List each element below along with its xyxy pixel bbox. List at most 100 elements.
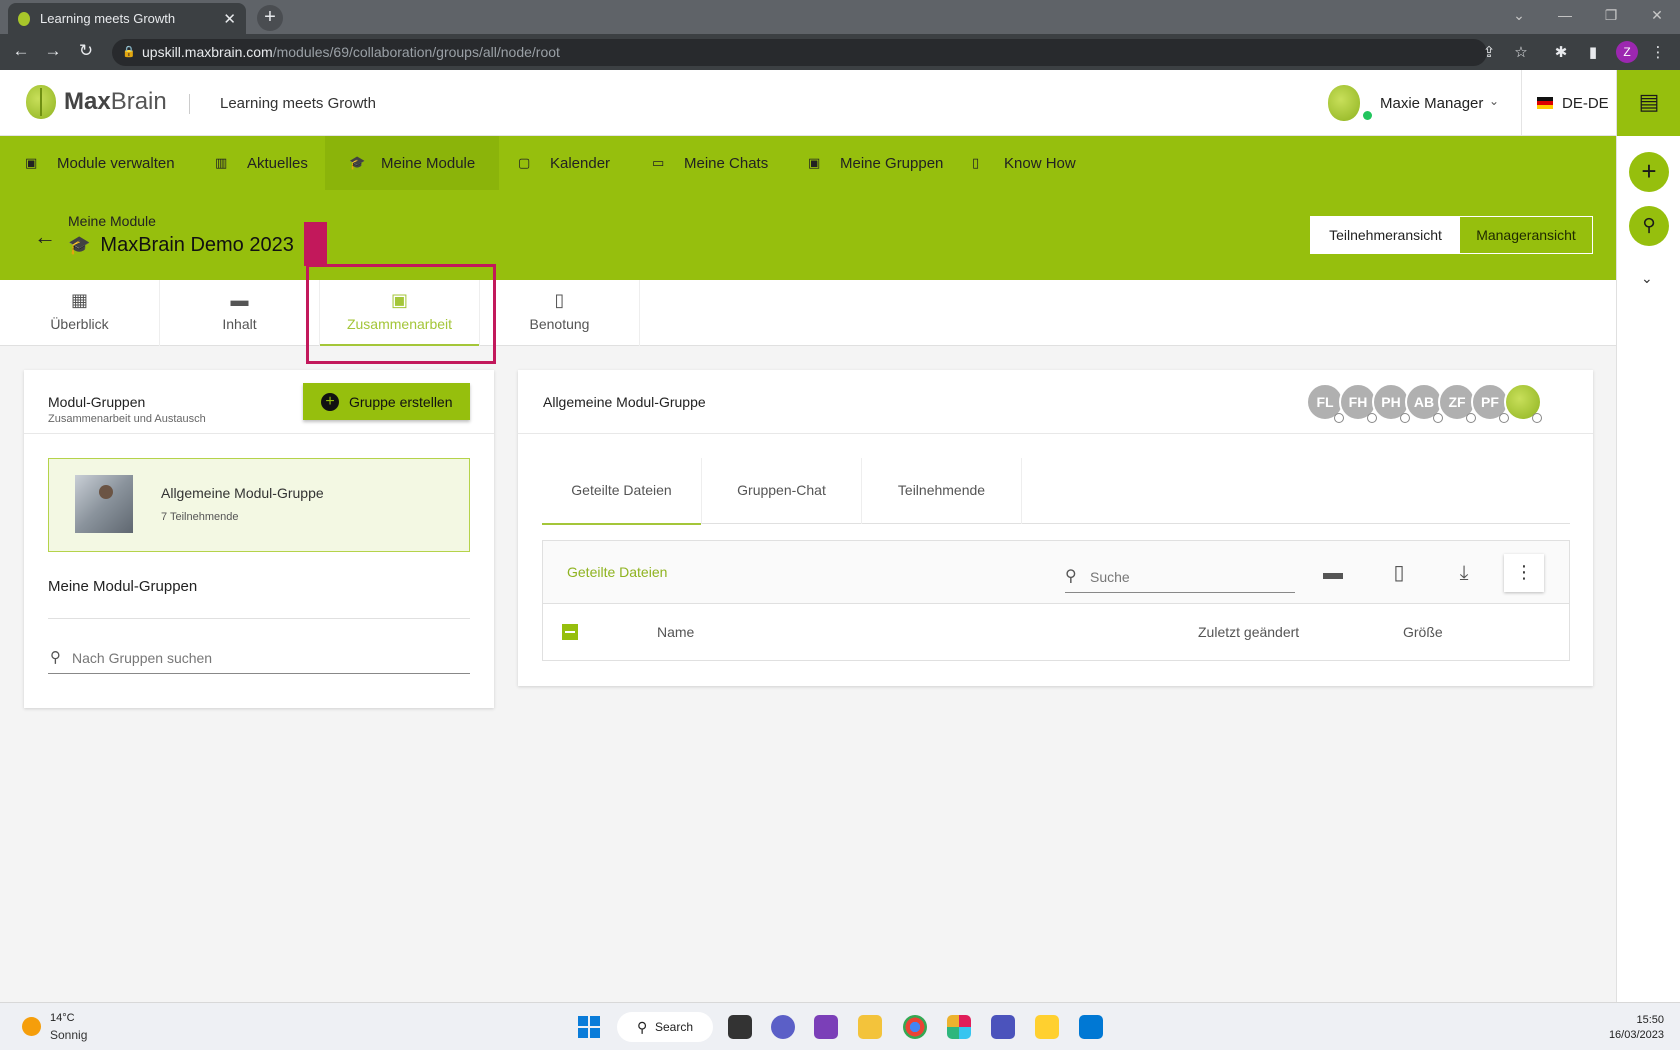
- minimize-button[interactable]: —: [1542, 0, 1588, 34]
- book-icon: ▯: [972, 155, 980, 170]
- my-groups-title: Meine Modul-Gruppen: [48, 578, 198, 595]
- nav-meine-chats[interactable]: ▭ Meine Chats: [652, 136, 768, 190]
- nav-meine-module[interactable]: 🎓 Meine Module: [325, 136, 500, 190]
- clock-date: 16/03/2023: [1608, 1029, 1664, 1041]
- tab-geteilte-dateien[interactable]: Geteilte Dateien: [542, 458, 702, 525]
- member-initials: PF: [1481, 394, 1499, 410]
- restore-button[interactable]: ❐: [1588, 0, 1634, 34]
- profile-avatar[interactable]: Z: [1616, 41, 1638, 63]
- weather-sun-icon[interactable]: [22, 1017, 41, 1036]
- calendar-icon: ▢: [518, 155, 531, 170]
- dashboard-icon: ▦: [70, 290, 88, 310]
- page-title: MaxBrain Demo 2023: [100, 234, 294, 256]
- reload-icon[interactable]: ↻: [75, 41, 97, 61]
- grade-document-icon: ▯: [554, 290, 565, 310]
- nav-label: Aktuelles: [247, 154, 308, 172]
- close-tab-icon[interactable]: ✕: [223, 10, 236, 28]
- url-host: upskill.maxbrain.com: [142, 44, 273, 60]
- group-search-input[interactable]: ⚲ Nach Gruppen suchen: [48, 648, 470, 674]
- group-detail-title: Allgemeine Modul-Gruppe: [543, 394, 706, 410]
- header-divider: [189, 94, 190, 114]
- tab-inhalt[interactable]: ▬ Inhalt: [160, 280, 320, 346]
- windows-start-icon[interactable]: [578, 1016, 600, 1038]
- lock-icon: 🔒: [122, 46, 136, 58]
- plus-circle-icon: +: [321, 392, 339, 411]
- tab-search-icon[interactable]: ⌄: [1496, 0, 1542, 34]
- chat-app-icon[interactable]: [771, 1015, 795, 1039]
- search-icon[interactable]: ⚲: [1629, 206, 1669, 246]
- address-bar[interactable]: 🔒 upskill.maxbrain.com/modules/69/collab…: [112, 39, 1487, 66]
- tab-label: Überblick: [50, 316, 109, 332]
- slack-icon[interactable]: [947, 1015, 971, 1039]
- nav-label: Kalender: [550, 154, 611, 172]
- user-avatar[interactable]: [1328, 85, 1360, 121]
- new-tab-button[interactable]: +: [257, 5, 283, 31]
- more-options-icon[interactable]: ⋮: [1504, 554, 1544, 592]
- browser-tab[interactable]: Learning meets Growth ✕: [8, 3, 246, 34]
- chevron-down-icon[interactable]: ⌄: [1641, 270, 1653, 287]
- member-avatar-brain[interactable]: [1504, 383, 1542, 423]
- browser-menu-icon[interactable]: ⋮: [1648, 43, 1668, 61]
- file-explorer-icon[interactable]: [858, 1015, 882, 1039]
- select-all-checkbox[interactable]: [562, 624, 578, 640]
- extensions-icon[interactable]: ✱: [1551, 43, 1571, 61]
- chat-icon[interactable]: ▤: [1617, 70, 1680, 136]
- task-view-icon[interactable]: [728, 1015, 752, 1039]
- participant-view-button[interactable]: Teilnehmeransicht: [1311, 217, 1460, 253]
- download-icon[interactable]: ⤓: [1450, 559, 1478, 587]
- tab-ueberblick[interactable]: ▦ Überblick: [0, 280, 160, 346]
- back-arrow-icon[interactable]: ←: [34, 224, 56, 250]
- nav-module-verwalten[interactable]: ▣ Module verwalten: [25, 136, 175, 190]
- files-search-input[interactable]: ⚲ Suche: [1065, 565, 1295, 593]
- clock-time: 15:50: [1636, 1014, 1664, 1026]
- nav-aktuelles[interactable]: ▥ Aktuelles: [215, 136, 308, 190]
- tab-gruppen-chat[interactable]: Gruppen-Chat: [702, 458, 862, 524]
- browser-tab-bar: Learning meets Growth ✕ + ⌄ — ❐ ✕: [0, 0, 1680, 34]
- search-icon: ⚲: [50, 649, 61, 666]
- add-icon[interactable]: +: [1629, 152, 1669, 192]
- main-navigation: ▣ Module verwalten ▥ Aktuelles 🎓 Meine Modu…: [0, 136, 1616, 190]
- nav-know-how[interactable]: ▯ Know How: [972, 136, 1076, 190]
- share-icon[interactable]: ⇪: [1479, 43, 1499, 61]
- new-file-icon[interactable]: ▯: [1385, 559, 1413, 587]
- news-icon: ▥: [215, 155, 228, 170]
- chrome-icon[interactable]: [903, 1015, 927, 1039]
- status-dot: [1367, 413, 1377, 423]
- create-group-button[interactable]: + Gruppe erstellen: [303, 383, 470, 420]
- column-name[interactable]: Name: [657, 624, 694, 640]
- module-header: ← Meine Module 🎓 MaxBrain Demo 2023 Teiln…: [0, 190, 1616, 280]
- nav-meine-gruppen[interactable]: ▣ Meine Gruppen: [808, 136, 943, 190]
- back-icon[interactable]: ←: [10, 41, 32, 61]
- teams-icon[interactable]: [991, 1015, 1015, 1039]
- tab-label: Inhalt: [222, 316, 257, 332]
- miro-icon[interactable]: [1035, 1015, 1059, 1039]
- nav-kalender[interactable]: ▢ Kalender: [518, 136, 610, 190]
- header-divider: [1521, 70, 1522, 136]
- new-folder-icon[interactable]: ▬: [1319, 559, 1347, 587]
- onenote-icon[interactable]: [814, 1015, 838, 1039]
- taskbar-search[interactable]: ⚲ Search: [617, 1012, 713, 1042]
- column-size[interactable]: Größe: [1403, 624, 1443, 640]
- group-list-item[interactable]: Allgemeine Modul-Gruppe 7 Teilnehmende: [48, 458, 470, 552]
- side-panel-icon[interactable]: ▮: [1583, 43, 1603, 61]
- online-status-dot: [1363, 111, 1372, 120]
- group-member-count: 7 Teilnehmende: [161, 511, 239, 523]
- search-label: Search: [655, 1020, 694, 1034]
- manager-view-button[interactable]: Manageransicht: [1460, 217, 1592, 253]
- user-name[interactable]: Maxie Manager: [1380, 95, 1483, 112]
- chevron-down-icon[interactable]: ⌄: [1489, 94, 1499, 108]
- nav-label: Module verwalten: [57, 154, 175, 172]
- breadcrumb[interactable]: Meine Module: [68, 213, 156, 229]
- tab-teilnehmende[interactable]: Teilnehmende: [862, 458, 1022, 524]
- store-icon[interactable]: [1079, 1015, 1103, 1039]
- language-selector[interactable]: DE-DE: [1562, 95, 1609, 112]
- maxbrain-logo[interactable]: MaxBrain: [26, 85, 167, 119]
- bookmark-star-icon[interactable]: ☆: [1511, 43, 1531, 61]
- view-toggle: Teilnehmeransicht Manageransicht: [1310, 216, 1593, 254]
- tab-benotung[interactable]: ▯ Benotung: [480, 280, 640, 346]
- column-modified[interactable]: Zuletzt geändert: [1198, 624, 1299, 640]
- window-close-button[interactable]: ✕: [1634, 0, 1680, 34]
- url-path: /modules/69/collaboration/groups/all/nod…: [272, 44, 560, 60]
- search-icon: ⚲: [637, 1019, 648, 1035]
- forward-icon[interactable]: →: [42, 41, 64, 61]
